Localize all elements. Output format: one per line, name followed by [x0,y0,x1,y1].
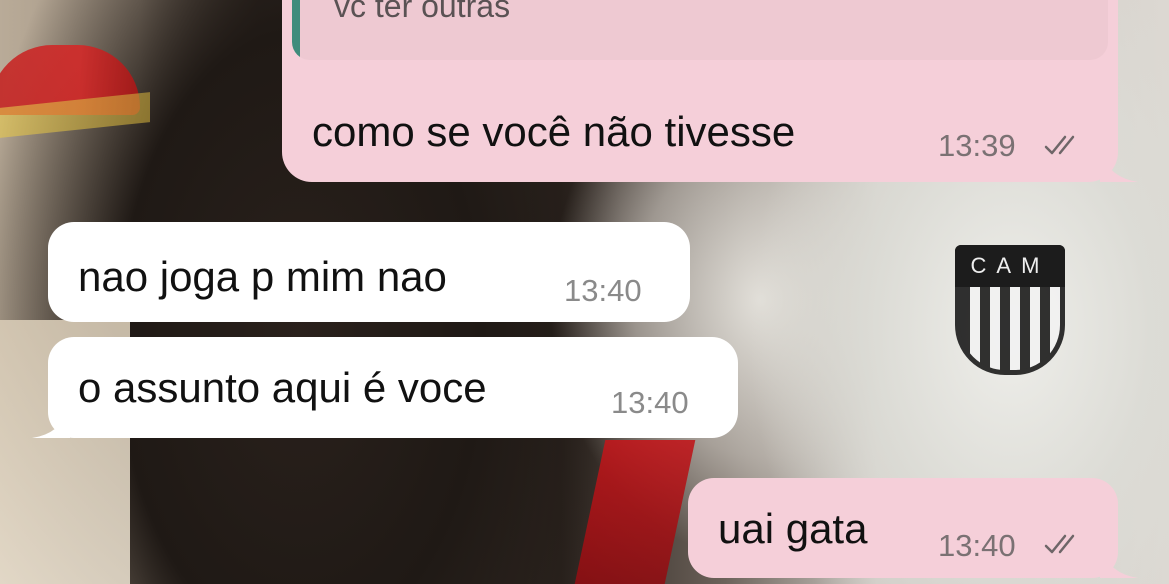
message-text: como se você não tivesse [312,108,796,155]
message-bubble-outgoing[interactable]: vc ter outras como se você não tivesse 1… [282,0,1118,182]
background-crest-logo: CAM [955,245,1065,287]
message-text: uai gata [718,505,868,552]
message-text: o assunto aqui é voce [78,364,487,411]
chat-background: CAM vc ter outras como se você não tives… [0,0,1169,584]
message-text: nao joga p mim nao [78,253,447,300]
bubble-tail-outgoing [1100,548,1138,578]
bubble-tail-outgoing [1100,152,1138,182]
message-bubble-outgoing[interactable]: uai gata 13:40 [688,478,1118,578]
quoted-reply[interactable]: vc ter outras [292,0,1108,60]
quoted-message-text: vc ter outras [334,0,511,24]
bubble-tail-incoming [32,408,70,438]
background-red-fabric [574,440,696,584]
message-bubble-incoming[interactable]: nao joga p mim nao 13:40 [48,222,690,322]
message-timestamp: 13:39 [938,128,1016,163]
quote-accent-bar [292,0,300,60]
message-bubble-incoming[interactable]: o assunto aqui é voce 13:40 [48,337,738,438]
message-timestamp: 13:40 [611,385,689,420]
message-timestamp: 13:40 [564,273,642,308]
read-ticks-icon [1044,135,1075,155]
message-timestamp: 13:40 [938,528,1016,563]
read-ticks-icon [1044,534,1075,554]
